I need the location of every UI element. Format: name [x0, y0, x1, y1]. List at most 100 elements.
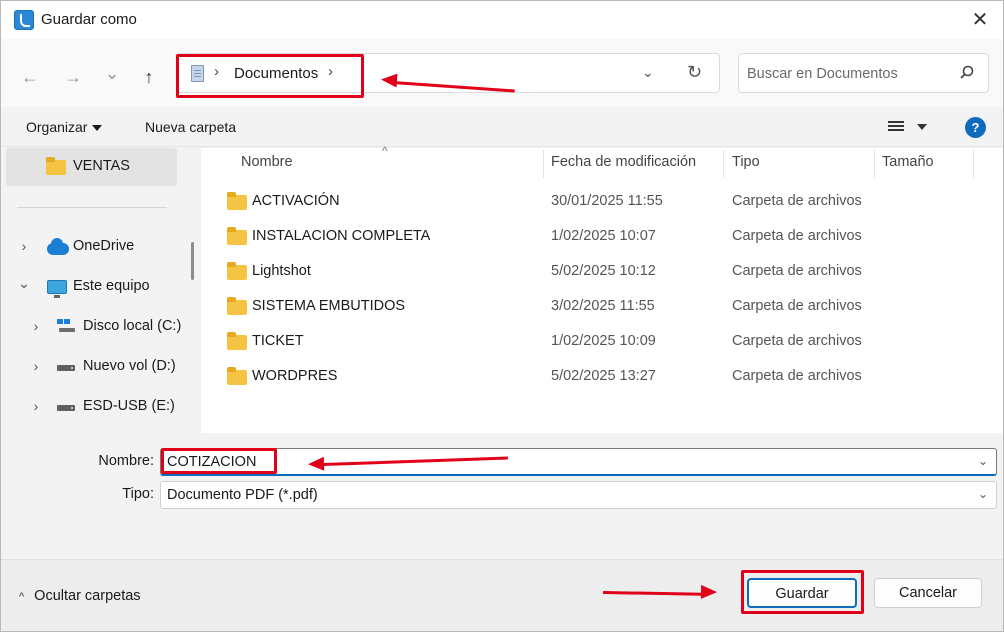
search-icon[interactable]	[960, 65, 974, 79]
recent-locations-chevron-icon[interactable]: ⌄	[100, 61, 124, 85]
save-dialog-icon	[14, 10, 34, 30]
view-list-icon[interactable]	[888, 121, 904, 133]
sidebar-item-label: Este equipo	[73, 278, 150, 294]
file-type: Carpeta de archivos	[732, 368, 862, 384]
sidebar-item-esd-usb-e[interactable]: › ESD-USB (E:)	[5, 392, 185, 422]
file-type: Carpeta de archivos	[732, 298, 862, 314]
sidebar-item-label: Nuevo vol (D:)	[83, 358, 176, 374]
command-toolbar: Organizar Nueva carpeta ?	[1, 107, 1003, 147]
hide-folders-label: Ocultar carpetas	[34, 588, 141, 604]
file-date: 3/02/2025 11:55	[551, 298, 655, 314]
refresh-icon[interactable]: ↻	[687, 62, 702, 83]
organize-menu-button[interactable]: Organizar	[26, 119, 103, 135]
caret-down-icon	[92, 125, 103, 132]
column-separator[interactable]	[874, 150, 875, 178]
file-row-wordpres[interactable]: WORDPRES 5/02/2025 13:27 Carpeta de arch…	[223, 362, 923, 392]
column-separator[interactable]	[543, 150, 544, 178]
sidebar-item-label: ESD-USB (E:)	[83, 398, 175, 414]
expand-chevron-icon[interactable]: ›	[29, 398, 43, 414]
column-header-type[interactable]: Tipo	[732, 154, 760, 170]
file-name-chevron-icon[interactable]: ⌄	[978, 454, 988, 468]
up-folder-arrow-icon[interactable]: ↑	[137, 65, 161, 89]
windows-drive-icon	[57, 319, 75, 333]
column-header-size[interactable]: Tamaño	[882, 154, 934, 170]
sidebar-item-label: Disco local (C:)	[83, 318, 182, 334]
file-row-sistema-embutidos[interactable]: SISTEMA EMBUTIDOS 3/02/2025 11:55 Carpet…	[223, 292, 923, 322]
file-name-input[interactable]	[167, 452, 947, 472]
view-options-caret-icon[interactable]	[917, 124, 927, 130]
type-label: Tipo:	[122, 486, 154, 502]
navigation-pane: VENTAS › OneDrive ⌄ Este equipo › Disco …	[5, 148, 197, 433]
file-type: Carpeta de archivos	[732, 193, 862, 209]
column-header-label: Nombre	[241, 154, 293, 170]
column-separator[interactable]	[723, 150, 724, 178]
organize-label: Organizar	[26, 119, 88, 135]
save-as-dialog: Guardar como ✕ ← → ⌄ ↑ › Documentos › ⌄ …	[0, 0, 1004, 632]
column-separator[interactable]	[973, 150, 974, 178]
cancel-button[interactable]: Cancelar	[874, 578, 982, 608]
file-name: TICKET	[252, 333, 304, 349]
file-row-activacion[interactable]: ACTIVACIÓN 30/01/2025 11:55 Carpeta de a…	[223, 187, 923, 217]
search-input[interactable]	[747, 63, 952, 85]
forward-arrow-icon[interactable]: →	[61, 65, 85, 89]
onedrive-icon	[47, 238, 69, 255]
close-button[interactable]: ✕	[967, 7, 993, 33]
folder-icon	[227, 332, 247, 350]
file-name: WORDPRES	[252, 368, 338, 384]
sort-ascending-icon: ^	[382, 144, 388, 158]
window-title: Guardar como	[41, 11, 137, 28]
file-list: Nombre ^ Fecha de modificación Tipo Tama…	[201, 144, 1003, 433]
sidebar-item-label: VENTAS	[73, 158, 130, 174]
file-row-instalacion-completa[interactable]: INSTALACION COMPLETA 1/02/2025 10:07 Car…	[223, 222, 923, 252]
back-arrow-icon[interactable]: ←	[18, 65, 42, 89]
file-name: INSTALACION COMPLETA	[252, 228, 431, 244]
file-type: Carpeta de archivos	[732, 333, 862, 349]
file-name-combobox[interactable]: ⌄	[160, 448, 997, 476]
sidebar-item-onedrive[interactable]: › OneDrive	[5, 232, 185, 262]
file-date: 5/02/2025 13:27	[551, 368, 656, 384]
hide-folders-toggle[interactable]: ^ Ocultar carpetas	[19, 588, 141, 604]
search-box[interactable]	[738, 53, 989, 93]
folder-icon	[227, 367, 247, 385]
annotation-highlight-save-button	[741, 570, 864, 614]
file-row-lightshot[interactable]: Lightshot 5/02/2025 10:12 Carpeta de arc…	[223, 257, 923, 287]
chevron-up-icon: ^	[19, 591, 25, 603]
folder-icon	[227, 297, 247, 315]
help-icon[interactable]: ?	[965, 117, 986, 138]
sidebar-item-local-disk-c[interactable]: › Disco local (C:)	[5, 312, 185, 342]
folder-icon	[227, 192, 247, 210]
drive-icon	[57, 405, 75, 411]
folder-icon	[227, 227, 247, 245]
folder-icon	[227, 262, 247, 280]
annotation-arrow-head-icon	[700, 584, 718, 600]
column-header-date-modified[interactable]: Fecha de modificación	[551, 154, 696, 170]
sidebar-item-ventas[interactable]: VENTAS	[6, 148, 177, 186]
column-header-name[interactable]: Nombre	[241, 154, 293, 170]
file-type-value: Documento PDF (*.pdf)	[167, 487, 318, 503]
file-date: 1/02/2025 10:07	[551, 228, 656, 244]
address-history-chevron-icon[interactable]: ⌄	[642, 64, 654, 81]
file-type-chevron-icon[interactable]: ⌄	[978, 487, 988, 501]
sidebar-item-new-volume-d[interactable]: › Nuevo vol (D:)	[5, 352, 185, 382]
file-type: Carpeta de archivos	[732, 228, 862, 244]
expand-chevron-icon[interactable]: ›	[29, 318, 43, 334]
sidebar-divider	[17, 207, 167, 208]
annotation-highlight-breadcrumb	[176, 54, 364, 98]
sidebar-scrollbar[interactable]	[191, 242, 194, 280]
sidebar-item-this-pc[interactable]: ⌄ Este equipo	[5, 272, 185, 302]
file-type: Carpeta de archivos	[732, 263, 862, 279]
folder-icon	[46, 157, 66, 175]
new-folder-button[interactable]: Nueva carpeta	[145, 119, 236, 135]
collapse-chevron-icon[interactable]: ⌄	[17, 275, 31, 292]
drive-icon	[57, 365, 75, 371]
file-name: Lightshot	[252, 263, 311, 279]
file-row-ticket[interactable]: TICKET 1/02/2025 10:09 Carpeta de archiv…	[223, 327, 923, 357]
save-fields: Nombre: ⌄ Tipo: Documento PDF (*.pdf) ⌄	[1, 433, 1003, 559]
sidebar-item-label: OneDrive	[73, 238, 135, 254]
expand-chevron-icon[interactable]: ›	[17, 238, 31, 254]
file-type-select[interactable]: Documento PDF (*.pdf) ⌄	[160, 481, 997, 509]
computer-icon	[47, 280, 67, 298]
annotation-highlight-file-name	[161, 448, 277, 474]
expand-chevron-icon[interactable]: ›	[29, 358, 43, 374]
annotation-arrow-head-icon	[307, 456, 325, 472]
